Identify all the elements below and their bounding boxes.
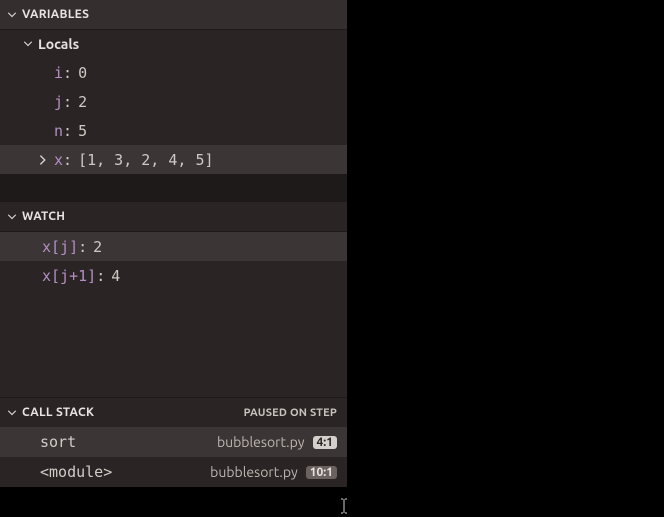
stack-frame-row[interactable]: sort bubblesort.py 4:1 xyxy=(0,427,347,457)
variables-section-header[interactable]: VARIABLES xyxy=(0,0,347,30)
variable-colon: : xyxy=(63,151,72,169)
variable-name: i xyxy=(54,64,63,82)
chevron-down-icon xyxy=(6,211,18,223)
watch-colon: : xyxy=(78,238,87,256)
watch-expression: x[j+1] xyxy=(42,267,96,285)
variable-row-expandable[interactable]: x: [1, 3, 2, 4, 5] xyxy=(0,145,347,174)
watch-section-title: WATCH xyxy=(22,210,65,223)
stack-frame-position: 4:1 xyxy=(313,436,338,449)
callstack-section-header[interactable]: CALL STACK PAUSED ON STEP xyxy=(0,397,347,427)
variable-name: n xyxy=(54,122,63,140)
chevron-down-icon xyxy=(6,9,18,21)
variable-colon: : xyxy=(63,64,72,82)
variable-value: 2 xyxy=(78,93,87,111)
watch-value: 2 xyxy=(93,238,102,256)
variable-name: x xyxy=(54,151,63,169)
variable-value: 5 xyxy=(78,122,87,140)
chevron-down-icon xyxy=(22,38,34,50)
chevron-down-icon xyxy=(6,407,18,419)
variable-row[interactable]: j: 2 xyxy=(0,87,347,116)
variable-colon: : xyxy=(63,93,72,111)
section-gap xyxy=(0,174,347,202)
locals-scope-title: Locals xyxy=(38,36,79,52)
variable-value: [1, 3, 2, 4, 5] xyxy=(78,151,213,169)
variable-value: 0 xyxy=(78,64,87,82)
debug-sidebar: VARIABLES Locals i: 0 j: 2 n: 5 x: [1, 3… xyxy=(0,0,347,487)
stack-frame-function: <module> xyxy=(40,463,112,481)
stack-frame-row[interactable]: <module> bubblesort.py 10:1 xyxy=(0,457,347,487)
variable-row[interactable]: i: 0 xyxy=(0,58,347,87)
variables-section-title: VARIABLES xyxy=(22,8,89,21)
callstack-list: sort bubblesort.py 4:1 <module> bubbleso… xyxy=(0,427,347,487)
watch-section-header[interactable]: WATCH xyxy=(0,202,347,232)
stack-frame-position: 10:1 xyxy=(306,466,337,479)
watch-expression: x[j] xyxy=(42,238,78,256)
variable-name: j xyxy=(54,93,63,111)
watch-row[interactable]: x[j]: 2 xyxy=(0,232,347,261)
debug-status-label: PAUSED ON STEP xyxy=(244,407,337,419)
callstack-section-title: CALL STACK xyxy=(22,406,94,419)
locals-variable-list: i: 0 j: 2 n: 5 x: [1, 3, 2, 4, 5] xyxy=(0,58,347,174)
watch-value: 4 xyxy=(111,267,120,285)
locals-scope-header[interactable]: Locals xyxy=(0,30,347,58)
stack-frame-file: bubblesort.py xyxy=(217,434,305,450)
variable-colon: : xyxy=(63,122,72,140)
stack-frame-file: bubblesort.py xyxy=(210,464,298,480)
variable-row[interactable]: n: 5 xyxy=(0,116,347,145)
chevron-right-icon xyxy=(36,153,50,167)
stack-frame-function: sort xyxy=(40,433,76,451)
watch-colon: : xyxy=(96,267,105,285)
watch-row[interactable]: x[j+1]: 4 xyxy=(0,261,347,290)
watch-list: x[j]: 2 x[j+1]: 4 xyxy=(0,232,347,397)
